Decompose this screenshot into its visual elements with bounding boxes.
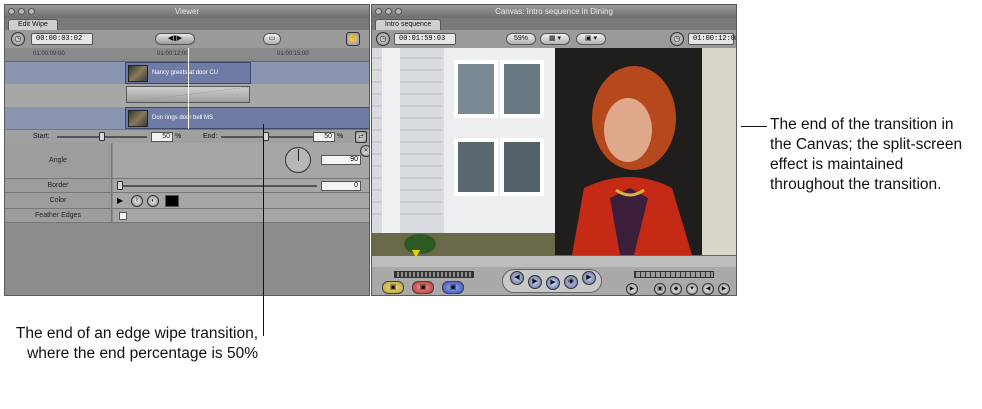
param-row-angle: Angle 90 [5,143,369,179]
canvas-titlebar[interactable]: Canvas: Intro sequence in Dining [372,5,736,18]
end-value-field[interactable]: 50 [313,132,335,142]
angle-dial[interactable] [285,147,311,173]
viewer-titlebar[interactable]: Viewer [5,5,369,18]
tab-intro-sequence[interactable]: Intro sequence [375,19,442,30]
start-value-field[interactable]: 50 [151,132,173,142]
param-name: Angle [5,143,112,178]
param-row-feather-edges: Feather Edges [5,209,369,223]
jog-control[interactable] [634,271,714,278]
close-icon[interactable] [375,8,382,15]
start-label: Start: [33,133,50,140]
clip-thumbnail [128,65,148,82]
play-icon[interactable]: ▶ [546,276,560,290]
canvas-timecode-current[interactable]: 01:00:12:08 [688,33,736,45]
zoom-popup[interactable]: 59% [506,33,536,45]
canvas-video-frame[interactable] [372,48,736,255]
outgoing-track: Nancy greets at door CU [5,62,369,84]
play-in-to-out-icon[interactable]: ▶ [528,275,542,289]
transport-controls: ◀ ▶ ▶ ◉ ▶ ▣ ▣ ▣ ▶ ▣ ◆ ▼ ◀ ▶ [372,267,736,295]
shuttle-control[interactable] [394,271,474,278]
previous-edit-icon[interactable]: ◀ [510,271,524,285]
viewer-title: Viewer [174,7,200,16]
transition-ruler[interactable]: 01:00:09:00 01:00:12:00 01:00:15:00 [5,48,369,62]
border-slider-knob[interactable] [117,181,123,190]
callout-leader-bottom [263,124,264,336]
start-end-controls: Start: 50 % End: 50 % ⇄ [5,129,369,143]
canvas-timecode-duration[interactable]: 00:01:59:03 [394,33,456,45]
view-popup[interactable]: ▦ ▾ [540,33,570,45]
duration-icon: ◷ [11,32,25,46]
clip-thumbnail [128,110,148,127]
incoming-track: Don rings door bell MS [5,107,369,129]
viewer-timecode[interactable]: 00:00:03:02 [31,33,93,45]
play-around-current-icon[interactable]: ◉ [564,275,578,289]
clip-incoming[interactable]: Don rings door bell MS [125,107,369,129]
canvas-scrubber-bar[interactable] [372,250,736,267]
end-label: End: [203,133,218,140]
param-name: Feather Edges [5,209,112,222]
param-row-color: Color ▶ ⌇ ◐ [5,193,369,209]
close-icon[interactable] [8,8,15,15]
canvas-title: Canvas: Intro sequence in Dining [495,7,613,16]
match-frame-icon[interactable]: ▶ [626,283,638,295]
color-picker-icon[interactable]: ◐ [147,195,159,207]
ruler-mark: 01:00:12:00 [157,51,189,57]
border-value-field[interactable]: 0 [321,181,361,191]
insert-edit-button[interactable]: ▣ [382,281,404,294]
tab-edit-wipe[interactable]: Edit Wipe [8,19,58,30]
viewer-window: Viewer Edit Wipe ◷ 00:00:03:02 ◀▮▶ ▭ ✋ 0… [4,4,370,296]
reset-icon[interactable]: ✕ [360,145,369,157]
zoom-icon[interactable] [395,8,402,15]
eyedropper-icon[interactable]: ⌇ [131,195,143,207]
mark-in-icon[interactable]: ◀ [702,283,714,295]
callout-canvas-end: The end of the transition in the Canvas;… [770,116,963,193]
clip-label: Don rings door bell MS [152,115,214,121]
disclosure-triangle-icon[interactable]: ▶ [117,196,123,205]
minimize-icon[interactable] [18,8,25,15]
callout-edge-wipe-end: The end of an edge wipe transition, wher… [15,325,258,362]
drag-hand-icon[interactable]: ✋ [346,32,360,46]
start-unit: % [175,133,182,140]
mark-out-icon[interactable]: ▶ [718,283,730,295]
border-slider-track[interactable] [119,185,317,187]
canvas-window: Canvas: Intro sequence in Dining Intro s… [371,4,737,296]
callout-leader-right [741,126,767,127]
start-slider-knob[interactable] [99,132,105,141]
add-marker-icon[interactable]: ▼ [686,283,698,295]
duration-icon: ◷ [376,32,390,46]
zoom-icon[interactable] [28,8,35,15]
replace-edit-button[interactable]: ▣ [442,281,464,294]
param-row-border: Border 0 [5,179,369,193]
color-swatch[interactable] [165,195,179,207]
overwrite-edit-button[interactable]: ▣ [412,281,434,294]
transition-alignment-buttons[interactable]: ◀▮▶ [155,33,195,45]
minimize-icon[interactable] [385,8,392,15]
location-icon: ◷ [670,32,684,46]
end-unit: % [337,133,344,140]
display-options-button[interactable]: ▭ [263,33,281,45]
ruler-mark: 01:00:09:00 [33,51,65,57]
angle-value-field[interactable]: 90 [321,155,361,165]
mark-clip-icon[interactable]: ▣ [654,283,666,295]
param-name: Color [5,193,112,208]
playhead[interactable] [188,48,189,129]
reverse-transition-icon[interactable]: ⇄ [355,131,367,143]
split-screen-frame [372,48,736,255]
parameters-panel: Angle 90 ✕ Border 0 Color ▶ ⌇ ◐ Feather … [5,143,369,295]
param-name: Border [5,179,112,192]
overlay-popup[interactable]: ▣ ▾ [576,33,606,45]
next-edit-icon[interactable]: ▶ [582,271,596,285]
add-keyframe-icon[interactable]: ◆ [670,283,682,295]
ruler-mark: 01:00:15:00 [277,51,309,57]
clip-label: Nancy greets at door CU [152,70,219,76]
feather-edges-checkbox[interactable] [119,212,127,220]
